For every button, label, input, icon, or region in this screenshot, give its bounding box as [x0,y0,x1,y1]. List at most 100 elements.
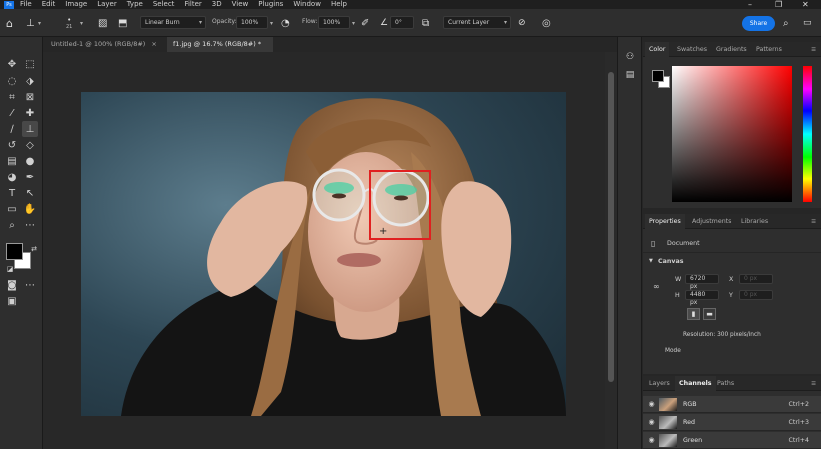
portrait-orientation-icon[interactable]: ▮ [687,308,700,320]
saturation-brightness-field[interactable] [672,66,792,202]
brush-size-picker[interactable]: • 21 [66,9,72,37]
blend-mode-select[interactable]: Linear Burn ▾ [140,16,206,29]
menu-filter[interactable]: Filter [184,0,201,9]
menu-view[interactable]: View [232,0,249,9]
pressure-opacity-icon[interactable]: ◔ [281,9,290,37]
tab-adjustments[interactable]: Adjustments [688,214,735,229]
dodge-tool-icon[interactable]: ◕ [4,169,20,185]
aligned-sample-icon[interactable]: ⧉ [422,9,429,37]
opacity-chevron-icon[interactable]: ▾ [270,9,273,37]
tab-libraries[interactable]: Libraries [737,214,772,229]
menu-select[interactable]: Select [153,0,175,9]
share-button[interactable]: Share [742,16,775,31]
menu-image[interactable]: Image [65,0,87,9]
type-tool-icon[interactable]: T [4,185,20,201]
close-window-icon[interactable]: ✕ [802,0,809,9]
flow-field[interactable]: 100% [318,16,350,29]
menu-layer[interactable]: Layer [97,0,117,9]
brush-chevron-icon[interactable]: ▾ [80,9,83,37]
crop-tool-icon[interactable]: ⌗ [4,89,20,105]
lasso-tool-icon[interactable]: ◌ [4,73,20,89]
visibility-eye-icon[interactable]: ◉ [647,418,656,427]
minimize-icon[interactable]: – [748,0,752,9]
clone-stamp-tool-icon[interactable]: ⊥ [22,121,38,137]
brush-tool-icon[interactable]: ∕ [4,121,20,137]
eyedropper-tool-icon[interactable]: ⁄ [4,105,20,121]
height-field[interactable]: 4480 px [685,290,719,306]
scrollbar-thumb[interactable] [608,72,614,382]
channel-row-rgb[interactable]: ◉ RGB Ctrl+2 [643,396,821,413]
default-colors-icon[interactable]: ◪ [2,261,18,277]
frame-tool-icon[interactable]: ⊠ [22,89,38,105]
blur-tool-icon[interactable]: ● [22,153,38,169]
menu-plugins[interactable]: Plugins [258,0,283,9]
width-field[interactable]: 6720 px [685,274,719,290]
healing-brush-tool-icon[interactable]: ✚ [22,105,38,121]
tab-paths[interactable]: Paths [713,376,738,391]
visibility-eye-icon[interactable]: ◉ [647,436,656,445]
panel-menu-icon[interactable]: ≡ [807,376,820,391]
menu-edit[interactable]: Edit [42,0,56,9]
eraser-tool-icon[interactable]: ◇ [22,137,38,153]
opacity-field[interactable]: 100% [236,16,268,29]
hand-tool-icon[interactable]: ✋ [22,201,38,217]
link-dimensions-icon[interactable]: ∞ [653,282,660,291]
history-brush-tool-icon[interactable]: ↺ [4,137,20,153]
ignore-adjustment-icon[interactable]: ⊘ [518,9,526,37]
swap-colors-icon[interactable]: ⇄ [26,241,42,257]
screen-mode-icon[interactable]: ▣ [4,293,20,309]
panel-foreground-swatch[interactable] [652,70,664,82]
close-tab-icon[interactable]: × [151,40,156,48]
menu-file[interactable]: File [20,0,32,9]
rectangle-tool-icon[interactable]: ▭ [4,201,20,217]
menu-3d[interactable]: 3D [212,0,222,9]
menu-help[interactable]: Help [331,0,347,9]
workspace-icon[interactable]: ▭ [803,9,812,37]
section-collapse-icon[interactable]: ▼ [649,258,653,264]
tab-color[interactable]: Color [645,42,670,57]
tab-gradients[interactable]: Gradients [712,42,751,57]
quick-mask-icon[interactable]: ◙ [4,277,20,293]
tab-untitled-1[interactable]: Untitled-1 @ 100% (RGB/8#) × [45,37,165,52]
angle-field[interactable]: 0° [390,16,414,29]
restore-icon[interactable]: ❐ [775,0,782,9]
sample-select[interactable]: Current Layer ▾ [443,16,511,29]
tab-properties[interactable]: Properties [645,214,685,229]
search-icon[interactable]: ⌕ [783,9,789,37]
clone-stamp-preset-icon[interactable]: ⊥ [26,9,35,37]
x-field[interactable]: 0 px [739,274,773,284]
artboard-tool-icon[interactable]: ⬚ [22,56,38,72]
clone-source-panel-icon[interactable]: ⚇ [624,52,636,64]
move-tool-icon[interactable]: ✥ [4,56,20,72]
landscape-orientation-icon[interactable]: ▬ [703,308,716,320]
channel-row-green[interactable]: ◉ Green Ctrl+4 [643,432,821,449]
tab-swatches[interactable]: Swatches [673,42,711,57]
home-icon[interactable]: ⌂ [6,9,13,37]
panel-menu-icon[interactable]: ≡ [807,214,820,229]
tab-layers[interactable]: Layers [645,376,674,391]
tab-channels[interactable]: Channels [675,376,716,391]
channel-row-red[interactable]: ◉ Red Ctrl+3 [643,414,821,431]
tab-f1-jpg[interactable]: f1.jpg @ 16.7% (RGB/8#) * × [167,37,273,63]
canvas-vertical-scrollbar[interactable] [605,52,617,449]
document-canvas[interactable]: + [81,92,566,416]
airbrush-icon[interactable]: ✐ [361,9,369,37]
foreground-color-swatch[interactable] [6,243,23,260]
menu-window[interactable]: Window [293,0,321,9]
menu-type[interactable]: Type [127,0,143,9]
visibility-eye-icon[interactable]: ◉ [647,400,656,409]
gradient-tool-icon[interactable]: ▤ [4,153,20,169]
more-tools-icon[interactable]: ⋯ [22,217,38,233]
comments-panel-icon[interactable]: ▤ [624,70,636,82]
tab-patterns[interactable]: Patterns [752,42,786,57]
object-select-tool-icon[interactable]: ⬗ [22,73,38,89]
preset-chevron-icon[interactable]: ▾ [38,9,41,37]
panel-menu-icon[interactable]: ≡ [807,42,820,57]
zoom-tool-icon[interactable]: ⌕ [4,217,20,233]
edit-toolbar-icon[interactable]: ⋯ [22,277,38,293]
clone-source-icon[interactable]: ⬒ [118,9,127,37]
pen-tool-icon[interactable]: ✒ [22,169,38,185]
path-select-tool-icon[interactable]: ↖ [22,185,38,201]
brush-settings-icon[interactable]: ▨ [98,9,107,37]
pressure-size-icon[interactable]: ◎ [542,9,551,37]
